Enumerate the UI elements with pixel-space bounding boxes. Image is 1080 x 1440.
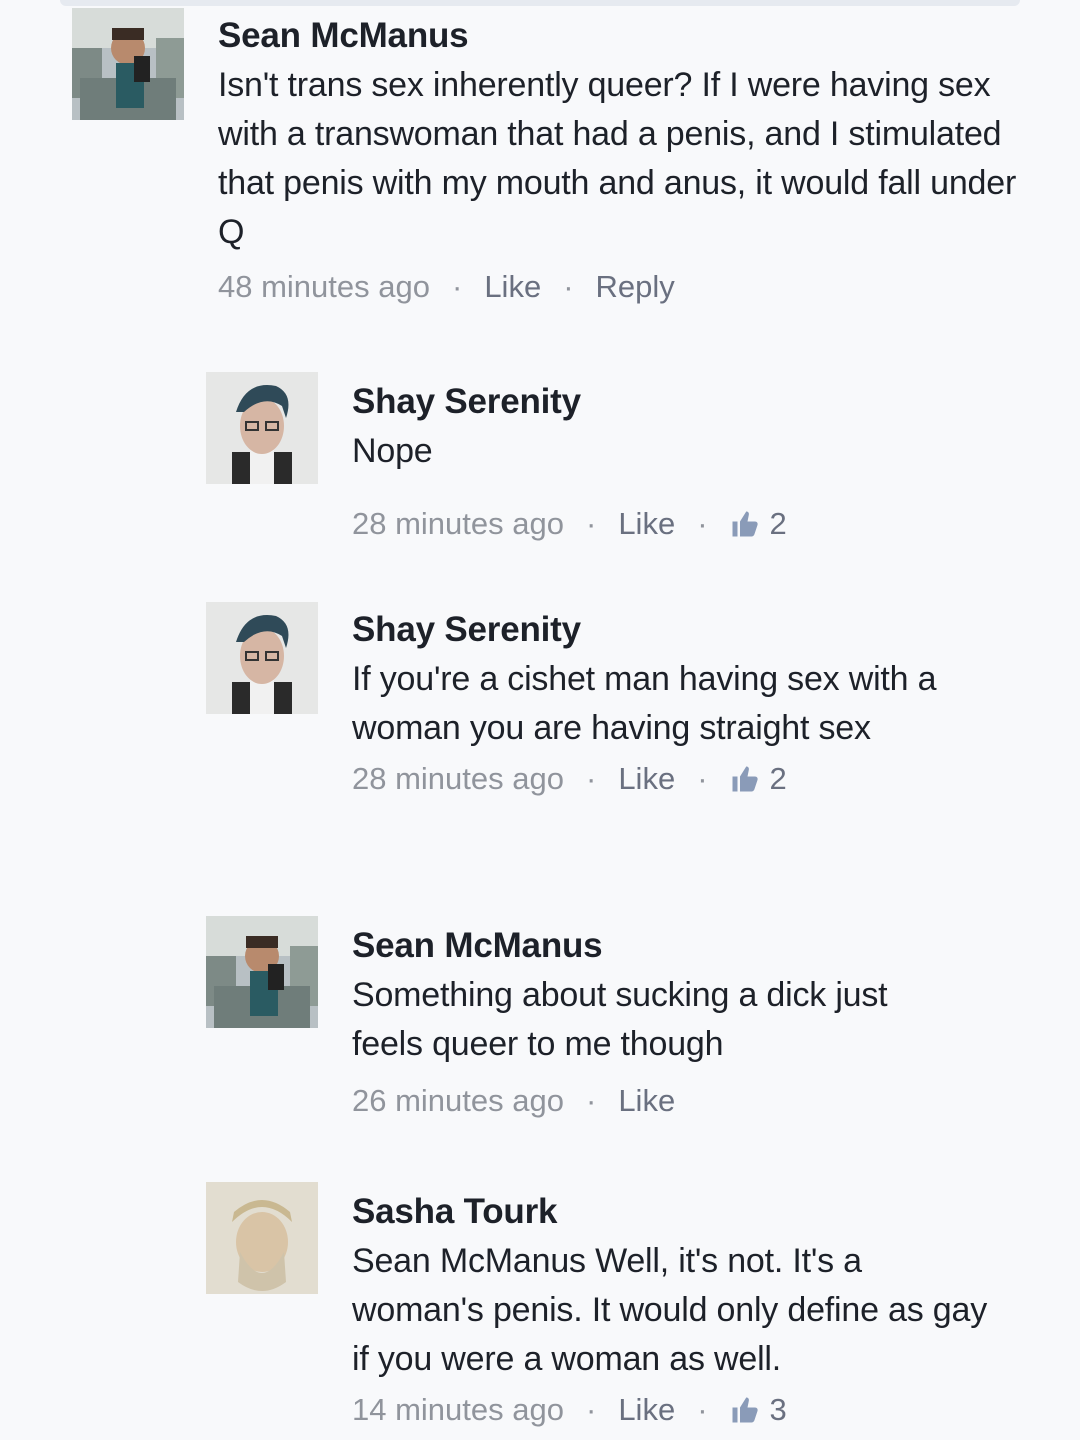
like-count[interactable]: 3 <box>730 1390 787 1430</box>
comment-meta: 28 minutes ago · Like · 2 <box>352 759 1052 799</box>
comment-author[interactable]: Sean McManus <box>218 16 1018 56</box>
separator: · <box>697 506 708 541</box>
sasha-avatar[interactable] <box>206 1182 318 1294</box>
comment-meta: 26 minutes ago · Like <box>352 1081 1052 1121</box>
separator: · <box>585 1392 597 1427</box>
separator: · <box>563 269 574 304</box>
comment-time[interactable]: 28 minutes ago <box>352 759 564 799</box>
separator: · <box>697 1392 708 1427</box>
like-count[interactable]: 2 <box>730 504 787 544</box>
comment-time[interactable]: 48 minutes ago <box>218 267 430 307</box>
comment-meta: 14 minutes ago · Like · 3 <box>352 1390 1052 1430</box>
comment-meta: 48 minutes ago · Like · Reply <box>218 267 1018 307</box>
top-divider <box>60 0 1020 6</box>
like-link[interactable]: Like <box>618 504 675 544</box>
like-link[interactable]: Like <box>618 1390 675 1430</box>
comment-text: Sean McManus Well, it's not. It's a woma… <box>352 1242 988 1378</box>
comment-text: Isn't trans sex inherently queer? If I w… <box>218 66 1017 251</box>
comment-text: Nope <box>352 432 433 470</box>
shay-avatar[interactable] <box>206 602 318 714</box>
separator: · <box>585 506 597 541</box>
like-count[interactable]: 2 <box>730 759 787 799</box>
separator: · <box>585 761 597 796</box>
comment-author[interactable]: Shay Serenity <box>352 610 1052 650</box>
comment-meta: 28 minutes ago · Like · 2 <box>352 504 1052 544</box>
comment-text: Something about sucking a dick just feel… <box>352 976 888 1063</box>
thumbs-up-icon <box>730 764 760 794</box>
sean-avatar[interactable] <box>72 8 184 120</box>
comment-author[interactable]: Sasha Tourk <box>352 1192 1052 1232</box>
like-link[interactable]: Like <box>618 759 675 799</box>
separator: · <box>451 269 463 304</box>
comment-time[interactable]: 26 minutes ago <box>352 1081 564 1121</box>
like-count-value: 2 <box>769 506 787 541</box>
comment-time[interactable]: 28 minutes ago <box>352 504 564 544</box>
like-link[interactable]: Like <box>484 267 541 307</box>
comment-author[interactable]: Shay Serenity <box>352 382 1052 422</box>
comment-text: If you're a cishet man having sex with a… <box>352 660 937 747</box>
reply-link[interactable]: Reply <box>596 267 675 307</box>
sean-avatar[interactable] <box>206 916 318 1028</box>
like-count-value: 2 <box>769 761 787 796</box>
thumbs-up-icon <box>730 509 760 539</box>
comment-time[interactable]: 14 minutes ago <box>352 1390 564 1430</box>
comment-author[interactable]: Sean McManus <box>352 926 1052 966</box>
thumbs-up-icon <box>730 1395 760 1425</box>
shay-avatar[interactable] <box>206 372 318 484</box>
separator: · <box>697 761 708 796</box>
separator: · <box>585 1083 597 1118</box>
like-count-value: 3 <box>769 1392 787 1427</box>
like-link[interactable]: Like <box>618 1081 675 1121</box>
